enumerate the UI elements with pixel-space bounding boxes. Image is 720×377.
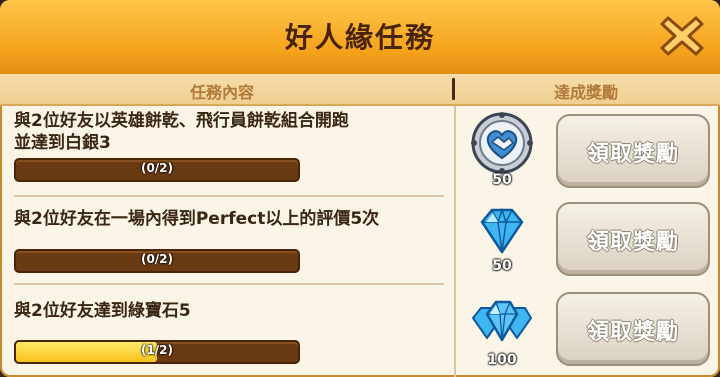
claim-reward-button[interactable]: 領取獎勵 (556, 202, 710, 276)
mission-text: 與2位好友以英雄餅乾、飛行員餅乾組合開跑 並達到白銀3 (14, 110, 349, 154)
reward-amount: 50 (492, 258, 512, 274)
reward: 100 (466, 296, 538, 376)
row-divider (14, 283, 444, 285)
mission-panel: 好人緣任務 任務內容 達成獎勵 與2位好友以英雄餅乾、飛行員餅乾組合開跑 並達到… (0, 0, 720, 377)
progress-bar: (0/2) (14, 249, 300, 273)
panel-title: 好人緣任務 (284, 21, 435, 54)
progress-label: (0/2) (140, 161, 174, 175)
mission-text-line: 與2位好友在一場內得到Perfect以上的評價5次 (14, 209, 380, 229)
progress-label: (1/2) (140, 343, 174, 357)
column-header: 任務內容 達成獎勵 (0, 74, 720, 106)
claim-reward-label: 領取獎勵 (586, 230, 679, 255)
reward-amount: 100 (487, 352, 517, 368)
progress-bar: (1/2) (14, 340, 300, 364)
gems-pile-icon (472, 300, 532, 342)
mission-row: 與2位好友在一場內得到Perfect以上的評價5次 (0/2) 50 領取獎勵 (0, 198, 720, 284)
reward-column-label: 達成獎勵 (554, 83, 619, 102)
reward-amount: 50 (492, 172, 512, 188)
row-divider (14, 195, 444, 197)
mission-column-label: 任務內容 (190, 83, 255, 102)
mission-text-line: 與2位好友以英雄餅乾、飛行員餅乾組合開跑 (14, 111, 349, 131)
mission-text: 與2位好友在一場內得到Perfect以上的評價5次 (14, 208, 379, 230)
reward: 50 (466, 206, 538, 284)
mission-text-line: 並達到白銀3 (14, 133, 111, 153)
friend-badge-icon (471, 112, 533, 174)
progress-bar: (0/2) (14, 158, 300, 182)
claim-reward-label: 領取獎勵 (586, 142, 679, 167)
claim-reward-button[interactable]: 領取獎勵 (556, 114, 710, 188)
reward-column-divider (454, 106, 456, 377)
claim-reward-button[interactable]: 領取獎勵 (556, 292, 710, 366)
claim-reward-label: 領取獎勵 (586, 320, 679, 345)
mission-text-line: 與2位好友達到綠寶石5 (14, 301, 191, 321)
panel-header: 好人緣任務 (0, 0, 720, 77)
column-divider (452, 78, 455, 100)
reward: 50 (466, 112, 538, 190)
mission-text: 與2位好友達到綠寶石5 (14, 300, 191, 322)
close-icon[interactable] (658, 12, 706, 60)
gem-icon (480, 207, 524, 254)
progress-label: (0/2) (140, 252, 174, 266)
mission-row: 與2位好友以英雄餅乾、飛行員餅乾組合開跑 並達到白銀3 (0/2) 50 領取獎… (0, 106, 720, 194)
mission-row: 與2位好友達到綠寶石5 (1/2) 100 領取獎勵 (0, 286, 720, 377)
